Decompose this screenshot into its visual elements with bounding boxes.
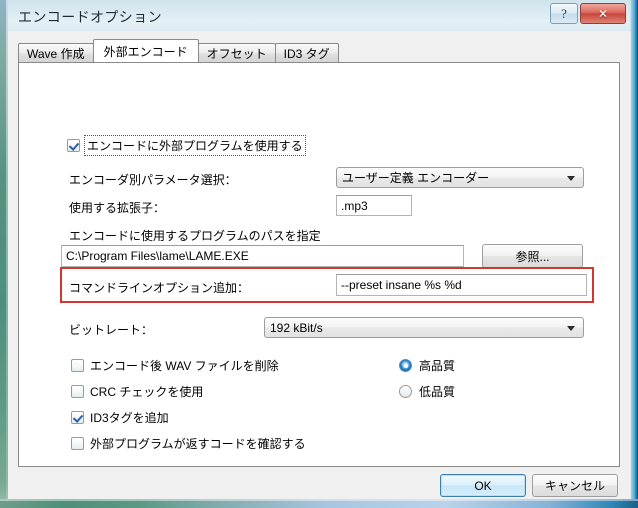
title-bar-buttons: ? ✕ [550, 3, 626, 24]
program-path-label: エンコードに使用するプログラムのパスを指定 [69, 229, 321, 243]
checkbox-box-icon [71, 411, 84, 424]
radio-label: 低品質 [419, 385, 456, 399]
chevron-down-icon [567, 325, 575, 331]
checkbox-box-icon [71, 359, 84, 372]
tab-offset[interactable]: オフセット [197, 43, 276, 63]
checkbox-label: 外部プログラムが返すコードを確認する [90, 437, 306, 451]
checkbox-delete-wav-after-encode[interactable]: エンコード後 WAV ファイルを削除 [71, 357, 279, 374]
bitrate-value: 192 kBit/s [270, 320, 323, 335]
tab-page-external-encode: エンコードに外部プログラムを使用する エンコーダ別パラメータ選択： ユーザー定義… [18, 62, 620, 467]
help-icon[interactable]: ? [550, 3, 578, 24]
command-line-option-label: コマンドラインオプション追加： [69, 281, 250, 295]
radio-low-quality[interactable]: 低品質 [399, 383, 455, 400]
radio-high-quality[interactable]: 高品質 [399, 357, 455, 374]
extension-label: 使用する拡張子： [69, 201, 166, 215]
encoder-parameter-value: ユーザー定義 エンコーダー [342, 171, 490, 185]
checkbox-label: CRC チェックを使用 [90, 385, 204, 399]
checkbox-use-external-program[interactable]: エンコードに外部プログラムを使用する [67, 135, 306, 156]
browse-button[interactable]: 参照... [482, 244, 583, 268]
program-path-input[interactable]: C:\Program Files\lame\LAME.EXE [61, 245, 464, 267]
ok-button[interactable]: OK [440, 474, 526, 497]
encoder-parameter-label: エンコーダ別パラメータ選択： [69, 173, 237, 187]
command-line-option-input[interactable]: --preset insane %s %d [336, 274, 587, 296]
checkbox-box-icon [67, 139, 80, 152]
checkbox-use-crc-check[interactable]: CRC チェックを使用 [71, 383, 203, 400]
checkbox-label: ID3タグを追加 [90, 411, 169, 425]
encoder-parameter-combobox[interactable]: ユーザー定義 エンコーダー [336, 167, 584, 188]
tab-strip: Wave 作成 外部エンコード オフセット ID3 タグ [18, 39, 339, 63]
window-frame-left-edge [0, 0, 8, 508]
radio-button-icon [399, 359, 412, 372]
window-title: エンコードオプション [18, 9, 162, 25]
window-frame-bottom-edge [0, 499, 638, 508]
radio-label: 高品質 [419, 359, 456, 373]
checkbox-label: エンコードに外部プログラムを使用する [84, 135, 306, 156]
dialog-client-area: Wave 作成 外部エンコード オフセット ID3 タグ エンコードに外部プログ… [8, 31, 630, 499]
checkbox-box-icon [71, 385, 84, 398]
checkbox-verify-external-return-code[interactable]: 外部プログラムが返すコードを確認する [71, 435, 306, 452]
checkbox-add-id3-tag[interactable]: ID3タグを追加 [71, 409, 169, 426]
encode-options-dialog: エンコードオプション ? ✕ Wave 作成 外部エンコード オフセット ID3… [0, 0, 638, 508]
bitrate-combobox[interactable]: 192 kBit/s [264, 317, 584, 338]
close-icon[interactable]: ✕ [580, 3, 626, 24]
checkbox-box-icon [71, 437, 84, 450]
tab-external-encode[interactable]: 外部エンコード [92, 39, 199, 62]
extension-input[interactable]: .mp3 [336, 195, 412, 216]
tab-wave-creation[interactable]: Wave 作成 [18, 43, 94, 63]
radio-button-icon [399, 385, 412, 398]
window-frame-right-edge [630, 0, 638, 508]
title-bar[interactable]: エンコードオプション ? ✕ [8, 0, 630, 31]
checkbox-label: エンコード後 WAV ファイルを削除 [90, 359, 279, 373]
dialog-footer: OK キャンセル [8, 468, 630, 499]
bitrate-label: ビットレート： [69, 323, 154, 337]
chevron-down-icon [567, 175, 575, 181]
tab-id3-tag[interactable]: ID3 タグ [274, 43, 339, 63]
cancel-button[interactable]: キャンセル [532, 474, 618, 497]
